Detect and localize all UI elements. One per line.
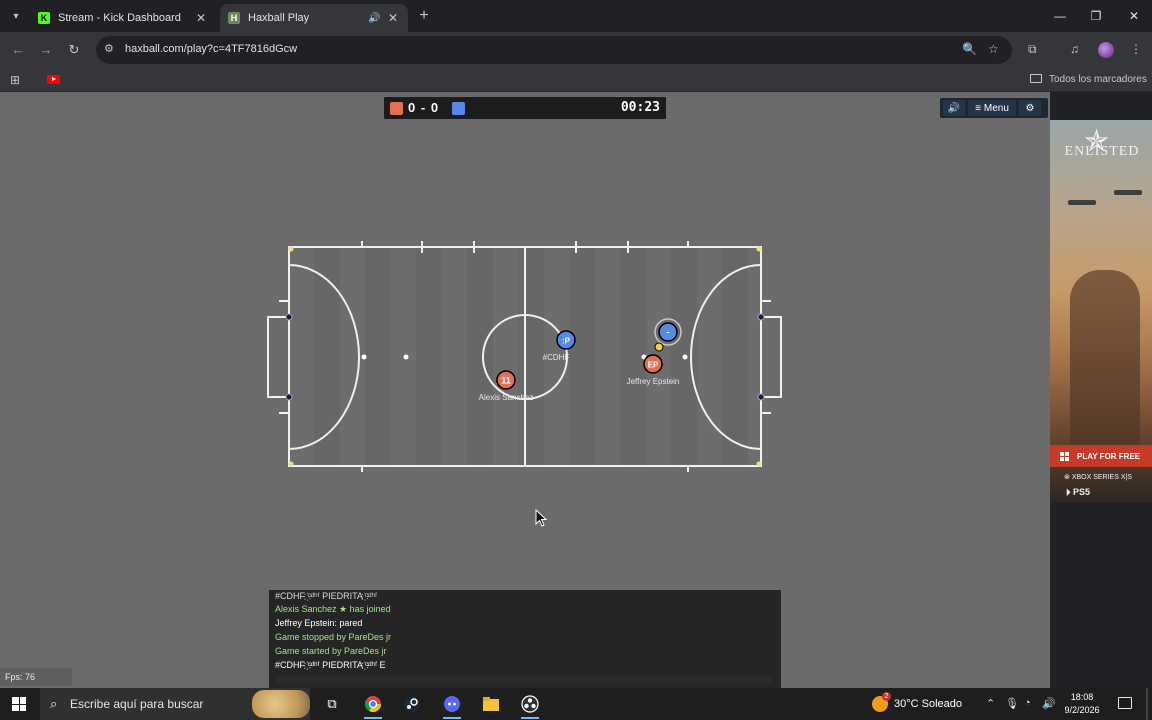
speaker-icon[interactable]: 🔊 [368,13,382,24]
weather-badge: 2 [882,692,891,701]
steam-icon[interactable] [400,692,424,716]
chat-line: Game started by ParеDes jr [275,646,387,656]
folder-icon [1030,74,1042,83]
game-area[interactable]: 0 - 0 00:23 🔊 ≡ Menu ⚙ 11 Alexis Sanchez… [0,92,1050,688]
chrome-icon[interactable] [361,692,385,719]
clock-time: 18:08 [1070,692,1094,702]
player-blue-own: - [654,318,682,346]
task-view-icon[interactable]: ⧉ [320,692,344,716]
search-highlight-image[interactable] [252,690,310,718]
url-text: haxball.com/play?c=4TF7816dGcw [125,43,298,55]
weather-text: 30°C Soleado [894,698,963,710]
haxball-icon: H [228,12,240,24]
minimize-button[interactable]: — [1042,4,1078,28]
chat-line: #CDHF ҉ᶜᵈʰᶠ PIEDRITA ҉ᶜᵈʰᶠ [275,591,378,601]
enlisted-ad[interactable]: ✯ ENLISTED PLAY FOR FREE ⊗ XBOX SERIES X… [1050,120,1152,503]
network-icon[interactable]: ◔ [1024,697,1031,709]
tab-strip: ▾ K Stream - Kick Dashboard ✕ H Haxball … [0,0,1152,32]
chat-panel: #CDHF ҉ᶜᵈʰᶠ PIEDRITA ҉ᶜᵈʰᶠ Alexis Sanche… [269,590,781,688]
bookmark-star-icon[interactable]: ☆ [988,42,999,56]
cta-label: PLAY FOR FREE [1077,451,1141,461]
show-desktop-button[interactable] [1146,688,1148,720]
reload-button[interactable]: ↻ [64,40,84,60]
chat-line: Alexis Sanchez ★ has joined [275,604,391,614]
close-window-button[interactable]: ✕ [1116,4,1152,28]
discord-icon[interactable] [440,692,464,719]
kick-icon: K [38,12,50,24]
chat-line: Game stopped by ParеDes jr [275,632,392,642]
forward-button[interactable]: → [36,40,56,60]
xbox-label: ⊗ XBOX SERIES X|S [1064,474,1132,481]
chat-line: #CDHF ҉ᶜᵈʰᶠ PIEDRITA ҉ᶜᵈʰᶠ E [275,660,386,670]
chevron-up-icon[interactable]: ⌃ [986,697,995,710]
player-avatar-text: - [667,327,670,337]
tab-search-button[interactable]: ▾ [6,6,26,26]
windows-start-icon[interactable] [12,697,26,711]
tab-title: Stream - Kick Dashboard [58,12,181,24]
new-tab-button[interactable]: + [414,6,434,26]
tab-haxball-play[interactable]: H Haxball Play 🔊 ✕ [220,4,408,32]
ball [654,342,664,352]
soldier-figure [1070,270,1140,460]
extensions-icon[interactable]: ⧉ [1028,42,1037,57]
media-control-icon[interactable]: ♫ [1070,42,1079,56]
site-info-icon[interactable]: ⚙ [104,42,114,55]
apps-grid-icon[interactable]: ⊞ [10,73,20,87]
taskbar: ⌕ Escribe aquí para buscar ⧉ 2 30°C Sole… [0,688,1152,720]
notification-icon[interactable] [1118,697,1132,709]
all-bookmarks-link[interactable]: Todos los marcadores [1049,74,1147,85]
youtube-icon[interactable] [47,75,60,84]
chat-line: Jeffrey Epstein: pared [275,618,363,628]
mouse-cursor-icon [535,508,548,527]
microphone-icon[interactable]: 🎙 [1005,697,1019,710]
goal-left [267,316,289,398]
player-name: #CDHF [543,353,570,362]
goal-right [761,316,782,398]
player-avatar-text: :P [562,337,571,346]
chat-input[interactable] [275,676,773,685]
clock[interactable]: 18:08 9/2/2026 [1052,691,1112,717]
close-icon[interactable]: ✕ [386,11,400,25]
zoom-icon[interactable]: 🔍 [962,42,977,56]
search-icon: ⌕ [50,696,58,711]
search-placeholder: Escribe aquí para buscar [70,697,204,711]
close-icon[interactable]: ✕ [194,11,208,25]
plane-icon [1114,190,1142,195]
fps-counter: Fps: 76 [0,668,72,686]
file-explorer-icon[interactable] [479,692,503,716]
profile-avatar[interactable] [1098,42,1114,58]
windows-icon [1060,451,1069,461]
obs-icon[interactable] [518,692,542,719]
bookmarks-bar: ⊞ Todos los marcadores [0,68,1152,92]
tab-title: Haxball Play [248,12,310,24]
restore-button[interactable]: ❐ [1078,4,1114,28]
plane-icon [1068,200,1096,205]
player-avatar-text: EP [648,361,659,370]
back-button[interactable]: ← [8,40,28,60]
sun-icon: 2 [872,692,891,712]
clock-date: 9/2/2026 [1064,705,1100,715]
play-for-free-button[interactable]: PLAY FOR FREE [1050,445,1152,467]
weather-widget[interactable]: 2 30°C Soleado [872,692,963,712]
more-menu-icon[interactable]: ⋮ [1130,42,1142,56]
ad-brand: ENLISTED [1064,144,1140,159]
address-bar[interactable]: ⚙ haxball.com/play?c=4TF7816dGcw 🔍 ☆ [96,36,1012,64]
player-avatar-text: 11 [501,376,511,386]
ps5-label: ⏵ PS5 [1066,487,1091,497]
tab-kick-dashboard[interactable]: K Stream - Kick Dashboard ✕ [30,4,216,32]
browser-toolbar: ← → ↻ ⚙ haxball.com/play?c=4TF7816dGcw 🔍… [0,32,1152,68]
player-name: Alexis Sanchez [479,393,534,402]
player-name: Jeffrey Epstein [627,377,680,386]
